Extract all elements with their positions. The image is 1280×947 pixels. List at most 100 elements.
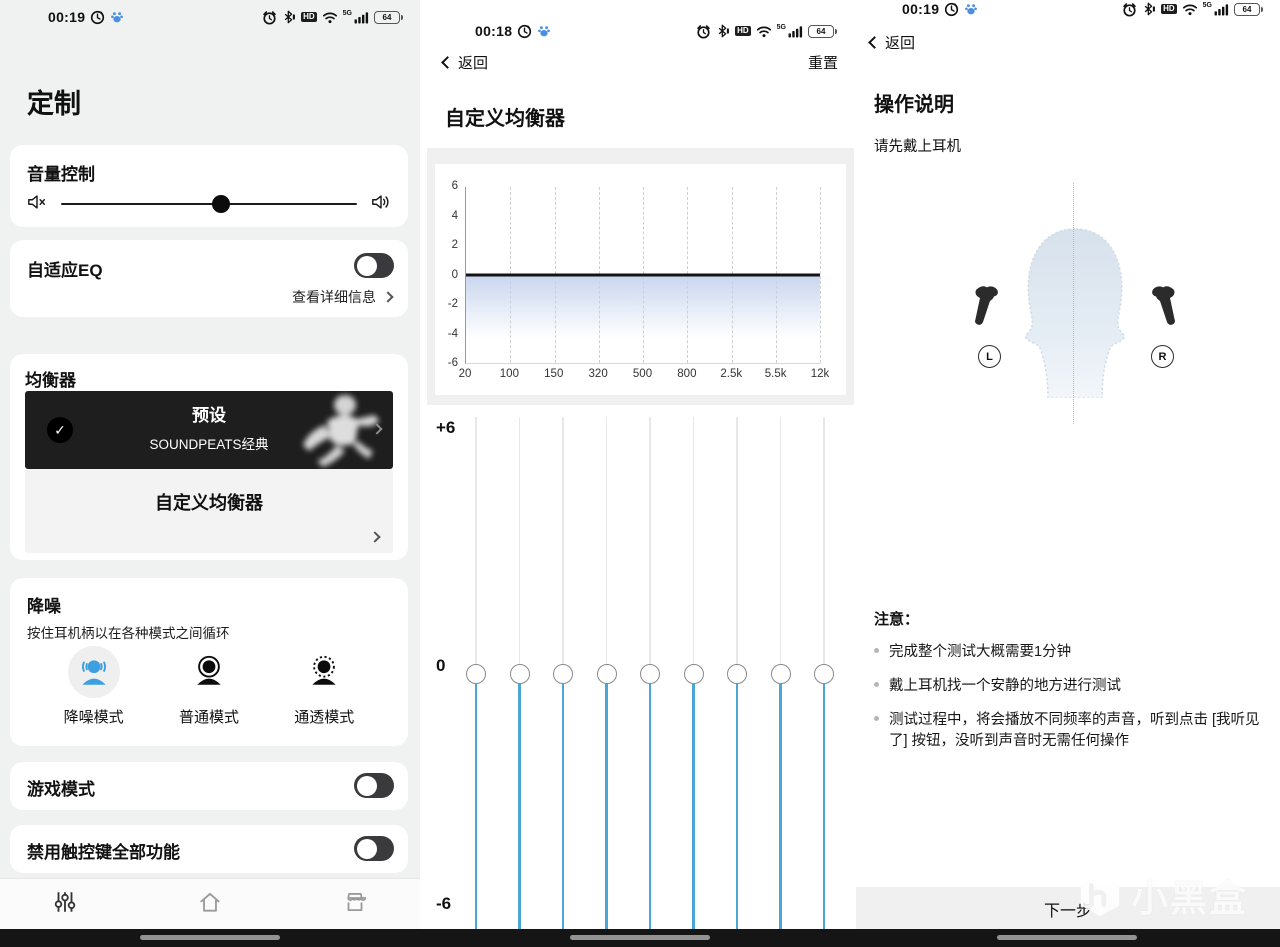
mode-normal[interactable]: 普通模式 bbox=[154, 646, 264, 727]
slider-track-upper bbox=[518, 417, 521, 664]
eq-band-slider[interactable] bbox=[466, 417, 486, 930]
instructions-title: 操作说明 bbox=[874, 94, 954, 116]
mode-transparency[interactable]: 通透模式 bbox=[269, 646, 379, 727]
note-item: 测试过程中，将会播放不同频率的声音，听到点击 [我听见了] 按钮，没听到声音时无… bbox=[874, 710, 1262, 752]
mode-transparency-label: 通透模式 bbox=[294, 709, 355, 726]
eq-chart: 6 4 2 0 -2 -4 -6 20 100 150 320 500 800 2.5k 5.5k 12k bbox=[435, 164, 846, 395]
volume-thumb[interactable] bbox=[211, 195, 230, 213]
noise-cancel-subtitle: 按住耳机柄以在各种模式之间循环 bbox=[27, 626, 230, 641]
network-type-label: 5G bbox=[776, 23, 786, 31]
status-bar: 00:19 HD 5G 64 bbox=[854, 0, 1280, 26]
signal-icon bbox=[1214, 3, 1229, 16]
custom-eq-entry[interactable]: 自定义均衡器 bbox=[25, 469, 393, 553]
preset-eq-banner[interactable]: ✓ 预设 SOUNDPEATS经典 bbox=[25, 391, 393, 469]
custom-eq-label: 自定义均衡器 bbox=[155, 493, 263, 513]
hd-badge: HD bbox=[301, 12, 317, 22]
page-title: 定制 bbox=[27, 89, 81, 119]
timer-icon bbox=[517, 24, 532, 39]
chevron-left-icon bbox=[441, 55, 454, 69]
y-tick-label: -4 bbox=[447, 327, 458, 340]
ime-paw-icon bbox=[110, 10, 124, 24]
slider-thumb[interactable] bbox=[640, 663, 660, 684]
eq-band-slider[interactable] bbox=[770, 417, 791, 930]
left-earbud-badge: L bbox=[978, 345, 1001, 368]
eq-band-slider[interactable] bbox=[596, 417, 617, 930]
bluetooth-icon bbox=[716, 24, 730, 38]
ime-paw-icon bbox=[537, 24, 551, 38]
preset-title: 预设 bbox=[192, 406, 226, 425]
eq-band-slider[interactable] bbox=[814, 417, 834, 930]
network-type-label: 5G bbox=[1202, 1, 1212, 9]
head-silhouette bbox=[1011, 200, 1139, 422]
nav-home-icon[interactable] bbox=[197, 889, 223, 920]
slider-track-upper bbox=[823, 417, 825, 664]
preset-selected-check-icon: ✓ bbox=[47, 417, 73, 443]
mode-anc[interactable]: 降噪模式 bbox=[39, 646, 149, 727]
x-tick-label: 500 bbox=[632, 368, 653, 380]
slider-track-lower bbox=[735, 683, 739, 930]
panel-instructions: 00:19 HD 5G 64 返回 操作说明 请先戴上耳机 L R 注意： 完成… bbox=[854, 0, 1280, 947]
note-item: 戴上耳机找一个安静的地方进行测试 bbox=[874, 676, 1262, 697]
note-text: 测试过程中，将会播放不同频率的声音，听到点击 [我听见了] 按钮，没听到声音时无… bbox=[889, 712, 1260, 750]
battery-level: 64 bbox=[1242, 4, 1252, 14]
bluetooth-icon bbox=[1142, 2, 1156, 16]
nav-equalizer-icon[interactable] bbox=[52, 889, 78, 920]
y-tick-label: 2 bbox=[451, 239, 458, 251]
slider-thumb[interactable] bbox=[553, 663, 573, 684]
status-bar: 00:19 HD 5G 64 bbox=[0, 0, 420, 34]
x-tick-label: 150 bbox=[544, 368, 564, 380]
hd-badge: HD bbox=[1161, 4, 1177, 14]
game-mode-label: 游戏模式 bbox=[27, 780, 95, 799]
reset-button[interactable]: 重置 bbox=[808, 52, 838, 73]
slider-track-upper bbox=[605, 417, 608, 664]
home-indicator[interactable] bbox=[140, 935, 280, 940]
eq-band-slider[interactable] bbox=[683, 417, 704, 930]
chevron-right-icon bbox=[382, 291, 394, 303]
slider-thumb[interactable] bbox=[509, 663, 530, 684]
nav-store-icon[interactable] bbox=[342, 889, 368, 920]
status-bar: 00:18 HD 5G 64 bbox=[427, 14, 854, 48]
slider-thumb[interactable] bbox=[596, 663, 617, 684]
eq-band-slider[interactable] bbox=[509, 417, 530, 930]
game-mode-toggle[interactable] bbox=[354, 773, 394, 798]
network-type-label: 5G bbox=[342, 9, 352, 17]
eq-band-slider[interactable] bbox=[553, 417, 573, 930]
slider-thumb[interactable] bbox=[770, 663, 791, 684]
slider-track-lower bbox=[648, 683, 652, 930]
disable-touch-toggle[interactable] bbox=[354, 836, 394, 861]
mode-anc-label: 降噪模式 bbox=[63, 709, 124, 726]
mode-normal-label: 普通模式 bbox=[178, 709, 239, 726]
eq-band-slider[interactable] bbox=[727, 417, 747, 930]
slider-thumb[interactable] bbox=[683, 663, 704, 684]
slider-thumb[interactable] bbox=[466, 663, 486, 684]
custom-eq-title: 自定义均衡器 bbox=[445, 108, 565, 130]
signal-icon bbox=[354, 11, 369, 24]
slider-track-upper bbox=[692, 417, 695, 664]
y-tick-label: 0 bbox=[451, 268, 458, 281]
alarm-icon bbox=[262, 10, 277, 25]
disable-touch-card: 禁用触控键全部功能 bbox=[10, 825, 408, 873]
speaker-loud-icon[interactable] bbox=[371, 193, 391, 216]
slider-track-lower bbox=[605, 683, 608, 930]
volume-track[interactable] bbox=[61, 203, 357, 205]
back-button[interactable]: 返回 bbox=[441, 52, 488, 73]
eq-band-slider[interactable] bbox=[640, 417, 660, 930]
timer-icon bbox=[944, 2, 959, 17]
equalizer-card: 均衡器 ✓ 预设 SOUNDPEATS经典 自定义均衡器 bbox=[10, 354, 408, 560]
adaptive-eq-label: 自适应EQ bbox=[27, 261, 103, 280]
view-details-link[interactable]: 查看详细信息 bbox=[292, 287, 394, 307]
slider-track-upper bbox=[562, 417, 564, 664]
speaker-mute-icon[interactable] bbox=[27, 193, 47, 216]
slider-thumb[interactable] bbox=[727, 663, 747, 684]
home-indicator[interactable] bbox=[997, 935, 1137, 940]
volume-slider[interactable] bbox=[61, 189, 357, 219]
status-time: 00:19 bbox=[902, 1, 940, 17]
adaptive-eq-toggle[interactable] bbox=[354, 253, 394, 278]
slider-thumb[interactable] bbox=[814, 663, 834, 684]
next-step-button[interactable]: 下一步 bbox=[856, 887, 1280, 930]
back-button[interactable]: 返回 bbox=[868, 32, 915, 53]
gridline bbox=[820, 187, 821, 363]
slider-track-upper bbox=[779, 417, 782, 664]
home-indicator[interactable] bbox=[570, 935, 710, 940]
system-gesture-bar bbox=[0, 929, 1280, 947]
